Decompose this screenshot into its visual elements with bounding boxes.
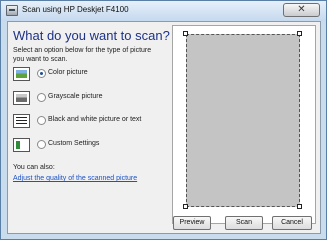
title-bar: Scan using HP Deskjet F4100 ✕	[1, 1, 326, 21]
instruction-text: Select an option below for the type of p…	[13, 47, 152, 63]
black-white-radio[interactable]	[37, 116, 46, 125]
crop-handle-bottom-right[interactable]	[297, 204, 302, 209]
color-picture-label: Color picture	[48, 69, 88, 76]
option-black-white[interactable]: Black and white picture or text	[13, 114, 163, 132]
black-white-text-icon	[13, 114, 30, 128]
adjust-quality-link[interactable]: Adjust the quality of the scanned pictur…	[13, 175, 137, 182]
grayscale-picture-radio[interactable]	[37, 93, 46, 102]
window-title: Scan using HP Deskjet F4100	[22, 5, 129, 14]
grayscale-picture-icon	[13, 91, 30, 105]
preview-area	[172, 25, 316, 224]
close-button[interactable]: ✕	[283, 3, 320, 17]
scan-selection-area[interactable]	[186, 34, 300, 207]
page-title: What do you want to scan?	[13, 28, 170, 43]
black-white-label: Black and white picture or text	[48, 116, 142, 123]
custom-settings-radio[interactable]	[37, 140, 46, 149]
custom-settings-icon	[13, 138, 30, 152]
option-grayscale-picture[interactable]: Grayscale picture	[13, 91, 163, 109]
crop-handle-top-left[interactable]	[183, 31, 188, 36]
crop-handle-top-right[interactable]	[297, 31, 302, 36]
custom-settings-label: Custom Settings	[48, 140, 100, 147]
crop-handle-bottom-left[interactable]	[183, 204, 188, 209]
scan-dialog-window: Scan using HP Deskjet F4100 ✕ What do yo…	[0, 0, 327, 240]
scanner-icon	[6, 5, 18, 16]
color-picture-icon	[13, 67, 30, 81]
also-label: You can also:	[13, 164, 55, 171]
option-custom-settings[interactable]: Custom Settings	[13, 138, 163, 156]
cancel-button[interactable]: Cancel	[272, 216, 312, 230]
option-color-picture[interactable]: Color picture	[13, 67, 163, 85]
scan-button[interactable]: Scan	[225, 216, 263, 230]
dialog-content: What do you want to scan? Select an opti…	[7, 21, 321, 234]
preview-button[interactable]: Preview	[173, 216, 211, 230]
color-picture-radio[interactable]	[37, 69, 46, 78]
grayscale-picture-label: Grayscale picture	[48, 93, 103, 100]
